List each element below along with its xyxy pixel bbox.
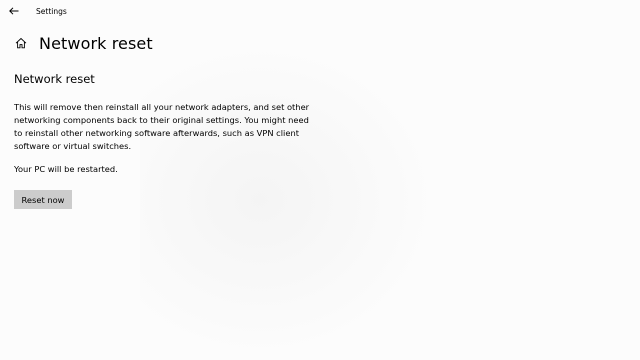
reset-now-button[interactable]: Reset now (14, 190, 72, 209)
page-title: Network reset (39, 33, 153, 53)
app-title: Settings (36, 6, 67, 16)
home-button[interactable] (12, 34, 30, 52)
background-watermark (140, 40, 440, 360)
settings-window: Settings Network reset Network reset Thi… (0, 0, 640, 360)
back-arrow-icon (9, 7, 19, 15)
page-header: Network reset (12, 30, 153, 56)
home-icon (15, 34, 27, 53)
reset-description: This will remove then reinstall all your… (14, 102, 310, 151)
restart-note: Your PC will be restarted. (14, 164, 118, 174)
title-bar: Settings (0, 0, 640, 22)
section-title: Network reset (14, 72, 95, 86)
back-button[interactable] (0, 0, 28, 22)
